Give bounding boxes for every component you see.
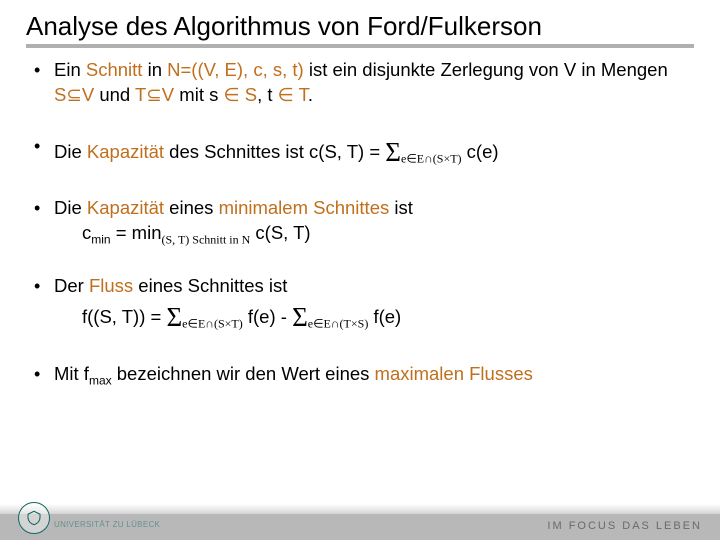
text: und	[94, 84, 135, 105]
term-kapazitaet: Kapazität	[87, 141, 164, 162]
text: Ein	[54, 59, 86, 80]
sigma-icon: Σ	[166, 302, 182, 332]
term-network: N=((V, E), c, s, t)	[167, 59, 304, 80]
text: mit s	[174, 84, 223, 105]
text: = min	[111, 222, 162, 243]
university-crest-icon	[18, 502, 50, 534]
text: des Schnittes ist c(S, T) =	[164, 141, 385, 162]
text: Mit f	[54, 363, 89, 384]
term-schnitt: Schnitt	[86, 59, 143, 80]
tagline: IM FOCUS DAS LEBEN	[547, 520, 702, 532]
formula-cmin: cmin = min(S, T) Schnitt in N c(S, T)	[54, 221, 694, 248]
term-inS: ∈ S	[224, 84, 258, 105]
sum-index: e∈E∩(S×T)	[182, 317, 243, 331]
term-fluss: Fluss	[89, 275, 133, 296]
term-S: S⊆V	[54, 84, 94, 105]
text: f((S, T)) =	[82, 306, 166, 327]
subscript: min	[91, 233, 110, 247]
text: c	[82, 222, 91, 243]
subscript: max	[89, 373, 112, 387]
formula-flow: f((S, T)) = Σe∈E∩(S×T) f(e) - Σe∈E∩(T×S)…	[54, 299, 694, 335]
university-name: UNIVERSITÄT ZU LÜBECK	[54, 521, 160, 530]
bullet-4: Der Fluss eines Schnittes ist f((S, T)) …	[26, 274, 694, 335]
text: eines	[164, 197, 219, 218]
sigma-icon: Σ	[292, 302, 308, 332]
text: ist	[389, 197, 413, 218]
text: in	[142, 59, 167, 80]
text: bezeichnen wir den Wert eines	[112, 363, 375, 384]
min-index: (S, T) Schnitt in N	[162, 233, 251, 247]
term-inT: ∈ T	[278, 84, 308, 105]
bullet-list: Ein Schnitt in N=((V, E), c, s, t) ist e…	[26, 58, 694, 389]
slide-title: Analyse des Algorithmus von Ford/Fulkers…	[26, 12, 694, 48]
text: ist ein disjunkte Zerlegung von V in Men…	[304, 59, 668, 80]
text: c(S, T)	[250, 222, 310, 243]
bullet-2: Die Kapazität des Schnittes ist c(S, T) …	[26, 134, 694, 170]
text: , t	[257, 84, 278, 105]
text: Die	[54, 141, 87, 162]
sum-index: e∈E∩(T×S)	[308, 317, 369, 331]
term-kapazitaet: Kapazität	[87, 197, 164, 218]
text: eines Schnittes ist	[133, 275, 287, 296]
text: f(e) -	[243, 306, 292, 327]
text: f(e)	[368, 306, 401, 327]
slide: Analyse des Algorithmus von Ford/Fulkers…	[0, 0, 720, 388]
text: c(e)	[462, 141, 499, 162]
footer-gradient	[0, 504, 720, 514]
bullet-3: Die Kapazität eines minimalem Schnittes …	[26, 196, 694, 248]
sum-index: e∈E∩(S×T)	[401, 152, 462, 166]
term-T: T⊆V	[135, 84, 174, 105]
term-min-schnitt: minimalem Schnittes	[219, 197, 390, 218]
text: .	[308, 84, 313, 105]
text: Der	[54, 275, 89, 296]
bullet-5: Mit fmax bezeichnen wir den Wert eines m…	[26, 362, 694, 389]
bullet-1: Ein Schnitt in N=((V, E), c, s, t) ist e…	[26, 58, 694, 108]
text: Die	[54, 197, 87, 218]
term-max-fluss: maximalen Flusses	[375, 363, 533, 384]
sigma-icon: Σ	[385, 137, 401, 167]
